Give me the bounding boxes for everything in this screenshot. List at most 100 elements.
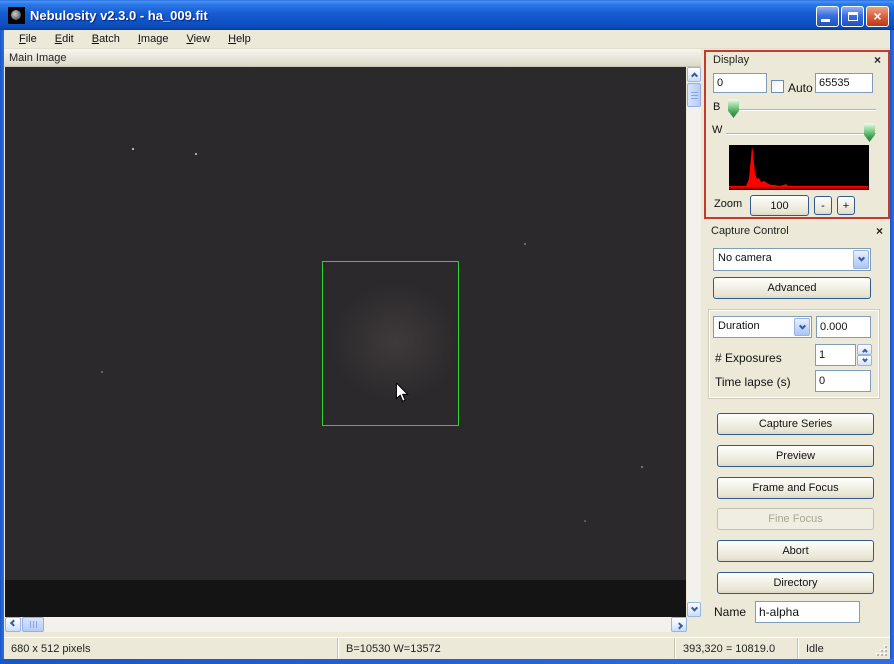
menubar: File Edit Batch Image View Help: [4, 30, 890, 49]
main-image-caption: Main Image: [4, 49, 701, 67]
close-icon[interactable]: ×: [874, 52, 881, 68]
window-border-bottom: [0, 659, 894, 664]
capture-control-panel: Capture Control × No camera Advanced Dur…: [704, 223, 890, 637]
star: [132, 148, 134, 150]
black-level-input[interactable]: [713, 73, 767, 93]
scroll-down-button[interactable]: [687, 602, 701, 617]
fine-focus-button: Fine Focus: [717, 508, 874, 530]
zoom-out-button[interactable]: -: [814, 196, 832, 215]
zoom-value-button[interactable]: 100: [750, 195, 809, 216]
zoom-in-button[interactable]: +: [837, 196, 855, 215]
scroll-up-button[interactable]: [687, 67, 701, 82]
status-levels: B=10530 W=13572: [339, 638, 675, 660]
window-border-left: [0, 0, 4, 664]
exposures-input[interactable]: [815, 344, 856, 366]
app-icon: [8, 6, 25, 24]
capture-series-button[interactable]: Capture Series: [717, 413, 874, 435]
mouse-cursor-icon: [395, 383, 409, 402]
menu-image[interactable]: Image: [129, 31, 178, 47]
dropdown-button[interactable]: [853, 250, 869, 269]
preview-button[interactable]: Preview: [717, 445, 874, 467]
scroll-right-button[interactable]: [671, 617, 687, 632]
star: [641, 466, 643, 468]
app-window: Nebulosity v2.3.0 - ha_009.fit × File Ed…: [0, 0, 894, 664]
chevron-up-icon: [861, 348, 868, 354]
star: [101, 371, 103, 373]
white-level-input[interactable]: [815, 73, 873, 93]
selection-rectangle[interactable]: [322, 261, 459, 426]
spin-down-button[interactable]: [857, 355, 872, 366]
w-slider-label: W: [712, 124, 723, 136]
auto-checkbox[interactable]: [771, 80, 784, 93]
menu-view[interactable]: View: [177, 31, 219, 47]
window-border-right: [890, 0, 894, 664]
titlebar[interactable]: Nebulosity v2.3.0 - ha_009.fit ×: [0, 0, 894, 30]
image-canvas[interactable]: [5, 67, 686, 580]
horizontal-scrollbar[interactable]: [5, 617, 687, 632]
status-image-size: 680 x 512 pixels: [4, 638, 338, 660]
display-panel-header[interactable]: Display ×: [706, 52, 888, 69]
menu-file[interactable]: File: [10, 31, 46, 47]
close-icon: ×: [873, 8, 882, 24]
b-slider-track[interactable]: [728, 109, 876, 111]
window-title: Nebulosity v2.3.0 - ha_009.fit: [30, 7, 208, 23]
chevron-down-icon: [690, 604, 698, 612]
name-label: Name: [714, 605, 747, 619]
grip-icon: [690, 94, 698, 96]
menu-help[interactable]: Help: [219, 31, 260, 47]
camera-select[interactable]: No camera: [713, 248, 871, 271]
b-slider-thumb[interactable]: [728, 99, 739, 118]
w-slider-thumb[interactable]: [864, 123, 875, 142]
maximize-button[interactable]: [841, 6, 864, 27]
w-slider-track[interactable]: [726, 133, 876, 135]
scroll-left-button[interactable]: [5, 617, 21, 632]
minimize-button[interactable]: [816, 6, 839, 27]
horizontal-scroll-thumb[interactable]: [22, 617, 44, 632]
histogram: [729, 145, 869, 190]
histogram-curve: [729, 147, 868, 189]
minimize-icon: [821, 19, 830, 22]
dropdown-button[interactable]: [794, 318, 810, 336]
close-button[interactable]: ×: [866, 6, 889, 27]
exposures-label: # Exposures: [715, 351, 782, 365]
frame-and-focus-button[interactable]: Frame and Focus: [717, 477, 874, 499]
close-icon[interactable]: ×: [876, 223, 883, 239]
vertical-scroll-thumb[interactable]: [687, 83, 701, 107]
capture-panel-title: Capture Control: [711, 225, 789, 237]
chevron-up-icon: [690, 72, 698, 80]
camera-select-value: No camera: [718, 252, 772, 264]
b-slider-label: B: [713, 101, 721, 113]
spin-up-button[interactable]: [857, 344, 872, 355]
menu-batch[interactable]: Batch: [83, 31, 129, 47]
exposures-spinner[interactable]: [857, 344, 872, 366]
grip-icon: [32, 621, 34, 628]
timelapse-label: Time lapse (s): [715, 375, 791, 389]
menu-edit[interactable]: Edit: [46, 31, 83, 47]
duration-input[interactable]: [816, 316, 871, 338]
star: [524, 243, 526, 245]
status-cursor-readout: 393,320 = 10819.0: [676, 638, 798, 660]
image-viewport[interactable]: [5, 67, 686, 617]
star: [195, 153, 197, 155]
histogram-baseline: [729, 187, 869, 189]
chevron-left-icon: [9, 619, 17, 627]
advanced-button[interactable]: Advanced: [713, 277, 871, 299]
abort-button[interactable]: Abort: [717, 540, 874, 562]
name-input[interactable]: [755, 601, 860, 623]
display-panel-title: Display: [713, 54, 750, 66]
zoom-label: Zoom: [714, 198, 743, 210]
capture-panel-header[interactable]: Capture Control ×: [704, 223, 890, 240]
timelapse-input[interactable]: [815, 370, 871, 392]
chevron-right-icon: [675, 622, 683, 630]
vertical-scrollbar[interactable]: [687, 67, 701, 617]
duration-select-value: Duration: [718, 320, 760, 332]
directory-button[interactable]: Directory: [717, 572, 874, 594]
auto-label: Auto: [788, 81, 813, 95]
resize-grip[interactable]: [875, 644, 887, 656]
duration-select[interactable]: Duration: [713, 316, 812, 338]
maximize-icon: [848, 12, 858, 21]
statusbar: 680 x 512 pixels B=10530 W=13572 393,320…: [4, 637, 890, 660]
chevron-down-icon: [861, 356, 868, 362]
chevron-down-icon: [857, 254, 865, 262]
star: [584, 520, 586, 522]
